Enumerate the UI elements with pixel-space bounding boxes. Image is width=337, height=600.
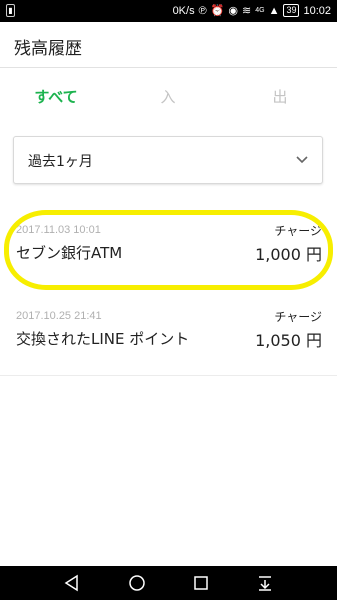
page-title: 残高履歴 — [14, 39, 82, 59]
history-type: チャージ — [274, 310, 322, 324]
clock: 10:02 — [303, 4, 331, 17]
tab-in-label: 入 — [160, 87, 176, 106]
back-icon[interactable] — [63, 574, 81, 592]
tab-out-label: 出 — [272, 87, 288, 106]
eye-icon: ◉ — [228, 5, 238, 17]
history-amount: 1,000 円 — [255, 245, 322, 264]
tab-all-label: すべて — [34, 87, 78, 106]
history-type: チャージ — [274, 224, 322, 238]
battery-icon: 39 — [283, 4, 300, 17]
tab-all[interactable]: すべて — [0, 68, 112, 124]
nfc-icon: ℗ — [198, 4, 207, 17]
chevron-down-icon — [296, 156, 308, 164]
signal-label: 4G — [255, 7, 265, 14]
notification-icon: ▮ — [6, 4, 15, 17]
recent-apps-icon[interactable] — [192, 574, 210, 592]
home-icon[interactable] — [128, 574, 146, 592]
alarm-icon: ⏰ — [210, 5, 225, 17]
system-nav-bar — [0, 566, 337, 600]
tab-out[interactable]: 出 — [224, 68, 336, 124]
filter-tabs: すべて 入 出 — [0, 68, 337, 124]
period-value: 過去1ヶ月 — [28, 154, 93, 170]
history-content: 過去1ヶ月 2017.11.03 10:01 チャージ セブン銀行ATM 1,0… — [0, 124, 337, 566]
status-bar: ▮ 0K/s ℗ ⏰ ◉ ≋ 4G ▲ 39 10:02 — [0, 0, 337, 22]
history-amount: 1,050 円 — [255, 331, 322, 350]
tab-in[interactable]: 入 — [112, 68, 224, 124]
history-item[interactable]: 2017.11.03 10:01 チャージ セブン銀行ATM 1,000 円 — [0, 210, 337, 290]
battery-level: 39 — [286, 5, 297, 15]
network-speed: 0K/s — [172, 4, 195, 17]
history-date: 2017.10.25 21:41 — [16, 310, 102, 322]
app-header: 残高履歴 — [0, 22, 337, 68]
history-date: 2017.11.03 10:01 — [16, 224, 101, 236]
history-item[interactable]: 2017.10.25 21:41 チャージ 交換されたLINE ポイント 1,0… — [0, 300, 337, 376]
signal-icon: ▲ — [268, 4, 280, 17]
history-name: セブン銀行ATM — [16, 244, 123, 262]
period-dropdown[interactable]: 過去1ヶ月 — [13, 136, 323, 184]
history-name: 交換されたLINE ポイント — [16, 330, 190, 348]
wifi-icon: ≋ — [242, 5, 252, 17]
notification-pull-icon[interactable] — [256, 574, 274, 592]
status-icons: 0K/s ℗ ⏰ ◉ ≋ 4G ▲ 39 10:02 — [173, 4, 331, 17]
